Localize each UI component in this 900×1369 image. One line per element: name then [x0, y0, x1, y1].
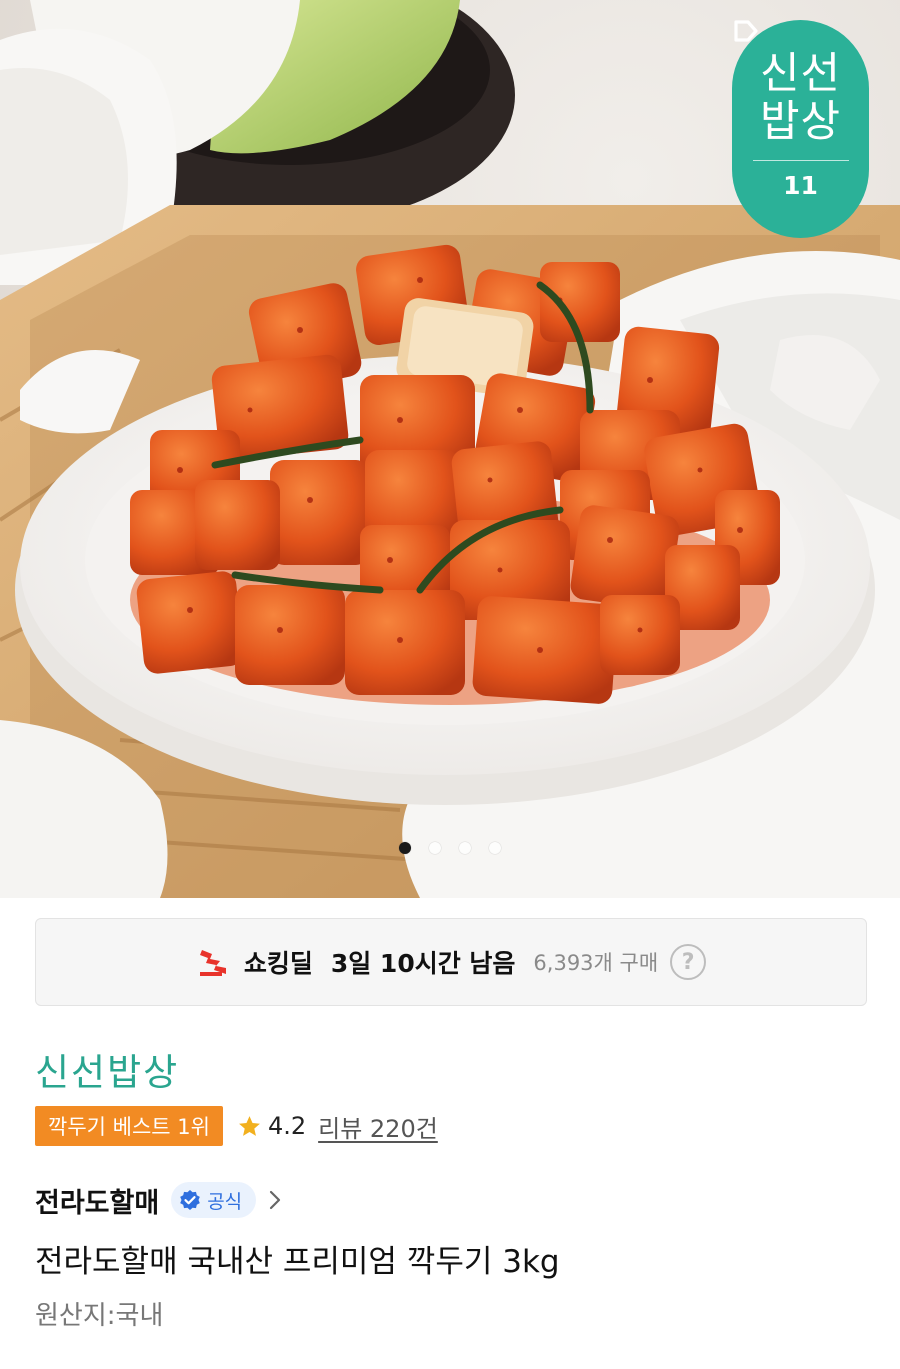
review-count-link[interactable]: 리뷰 220건: [318, 1109, 438, 1144]
eleven-street-arrow-icon: [734, 20, 758, 42]
deal-time-remaining: 3일 10시간 남음: [330, 949, 516, 978]
rank-rating-row: 깍두기 베스트 1위 4.2 리뷰 220건: [35, 1106, 438, 1146]
product-title: 전라도할매 국내산 프리미엄 깍두기 3kg: [35, 1244, 560, 1280]
deal-name: 쇼킹딜: [243, 949, 313, 978]
verified-check-icon: [180, 1190, 201, 1210]
brand-logo-divider: [752, 160, 849, 161]
origin-info: 원산지:국내: [35, 1301, 164, 1331]
carousel-indicator: [0, 842, 900, 854]
brand-logo-line2: 밥상: [759, 97, 842, 147]
carousel-dot[interactable]: [489, 842, 501, 854]
brand-logo-line1: 신선: [759, 49, 842, 99]
seller-name[interactable]: 전라도할매: [35, 1181, 159, 1220]
eleven-street-logo: 11: [734, 20, 818, 200]
chevron-right-icon[interactable]: [268, 1189, 282, 1211]
shocking-deal-icon: [199, 950, 226, 976]
best-rank-badge[interactable]: 깍두기 베스트 1위: [35, 1106, 223, 1146]
brand-logo-badge: 신선 밥상 11: [732, 20, 869, 238]
purchase-count: 6,393개 구매: [533, 951, 659, 975]
product-image-carousel[interactable]: 신선 밥상 11: [0, 0, 900, 898]
star-icon: [239, 1115, 260, 1136]
shocking-deal-bar[interactable]: 쇼킹딜 3일 10시간 남음 6,393개 구매 ?: [35, 918, 867, 1006]
carousel-dot[interactable]: [399, 842, 411, 854]
help-icon[interactable]: ?: [670, 944, 707, 980]
carousel-dot[interactable]: [459, 842, 471, 854]
store-name-link[interactable]: 신선밥상: [35, 1042, 179, 1096]
official-badge-label: 공식: [207, 1190, 243, 1213]
eleven-street-logo-text: 11: [783, 171, 818, 200]
rating-value: 4.2: [267, 1112, 307, 1140]
seller-row[interactable]: 전라도할매 공식: [35, 1180, 282, 1220]
official-seller-badge: 공식: [171, 1182, 257, 1218]
carousel-dot[interactable]: [429, 842, 441, 854]
